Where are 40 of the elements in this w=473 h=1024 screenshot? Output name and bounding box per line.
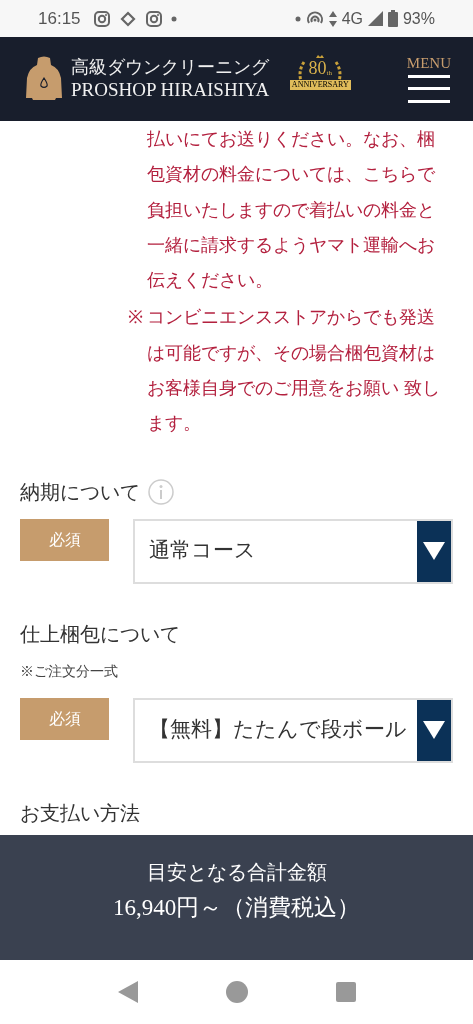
field-label: 仕上梱包について	[20, 621, 180, 647]
select-value: 【無料】たたんで段ボール	[148, 716, 407, 744]
required-label: 必須	[20, 697, 109, 740]
anniversary-number: 80	[308, 58, 327, 77]
dot-icon	[170, 15, 177, 22]
battery-level: 93%	[402, 8, 435, 29]
total-price: 16,940円～（消費税込）	[112, 894, 361, 923]
select-field[interactable]: 通常コース	[133, 518, 453, 584]
network-type: 4G	[341, 8, 363, 29]
note-text: コンビニエンスストアからでも発送は可能ですが、その場合梱包資材はお客様自身でのご用意をお願い 致します。	[147, 306, 441, 436]
data-arrows-icon	[328, 10, 337, 27]
recents-icon[interactable]	[335, 982, 356, 1002]
dropdown-button[interactable]	[417, 520, 451, 582]
status-time: 16:15	[38, 7, 81, 30]
dropdown-button[interactable]	[417, 699, 451, 761]
instagram-icon	[144, 9, 163, 28]
field-label: お支払い方法	[20, 800, 140, 826]
caret-icon	[423, 721, 445, 740]
menu-button[interactable]: MENU	[406, 55, 451, 103]
select-value: 通常コース	[148, 537, 256, 565]
select-field[interactable]: 【無料】たたんで段ボール	[133, 697, 453, 763]
required-label: 必須	[20, 518, 109, 561]
field-label: 納期について	[20, 479, 140, 505]
total-label: 目安となる合計金額	[146, 860, 327, 886]
caret-icon	[423, 542, 445, 561]
back-icon[interactable]	[117, 981, 138, 1003]
site-title-jp[interactable]: 高級ダウンクリーニング	[71, 55, 270, 79]
field-note: ※ご注文分一式	[20, 662, 119, 681]
dot-icon	[294, 15, 301, 22]
menu-icon	[407, 74, 450, 103]
jacket-icon[interactable]	[26, 56, 62, 102]
site-title-en[interactable]: PROSHOP HIRAISHIYA	[71, 78, 270, 103]
anniversary-caption: ANNIVERSARY	[289, 79, 351, 90]
battery-icon	[387, 10, 398, 27]
info-icon[interactable]	[148, 478, 174, 505]
signal-icon	[367, 11, 383, 26]
note-text: 払いにてお送りください。なお、梱包資材の料金については、こちらで負担いたしますので着払いの料金と一緒に請求するようヤマト運輸へお伝えください。	[147, 128, 436, 293]
instagram-icon	[92, 9, 111, 28]
home-icon[interactable]	[225, 981, 248, 1003]
note-marker: ※	[128, 306, 144, 330]
